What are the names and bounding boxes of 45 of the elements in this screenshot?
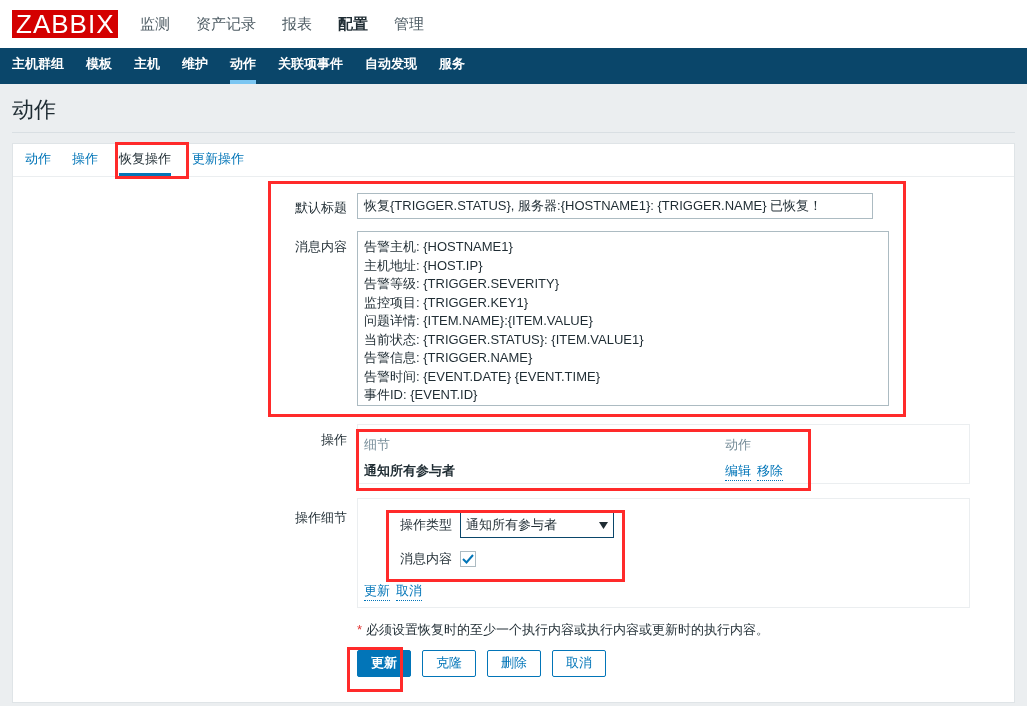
page-title: 动作 [12,96,1015,133]
message-checkbox[interactable] [460,550,476,567]
subject-input[interactable]: 恢复{TRIGGER.STATUS}, 服务器:{HOSTNAME1}: {TRIGGER.NAME} 已恢复！ [357,193,873,219]
submenu-item[interactable]: 主机 [134,48,160,84]
action-link[interactable]: 编辑 [725,460,751,481]
submenu-item[interactable]: 关联项事件 [278,48,343,84]
main-menu-item[interactable]: 管理 [394,12,425,36]
form-button[interactable]: 更新 [357,649,411,677]
submenu-item[interactable]: 服务 [439,48,465,84]
operation-type-select[interactable]: 通知所有参与者 [460,512,614,538]
checkmark-icon [462,553,474,564]
main-menu-item[interactable]: 监测 [140,12,171,36]
form-button[interactable]: 删除 [487,649,541,677]
field-label: 默认标题 [294,199,347,217]
submenu-item[interactable]: 维护 [182,48,208,84]
column-header: 动作 [725,436,751,454]
message-textarea[interactable]: 告警主机: {HOSTNAME1} 主机地址: {HOST.IP} 告警等级: {TRIGGER.SEVERITY} 监控项目: {TRIGGER.KEY1} 问题详情: {ITEM.NAME}:{ITEM.VALUE} 当前状态: {TRIGGER.STATUS}: {ITEM.VALUE1} 告警信息: {TRIGGER.NAME} 告警时间: {EVENT.DATE} {EVENT.TIME} 事件ID: {EVENT.ID} [357,231,889,406]
field-label: 操作细节 [294,509,347,527]
main-menu-item[interactable]: 配置 [338,12,369,36]
tab[interactable]: 更新操作 [192,144,244,176]
form-button[interactable]: 克隆 [422,649,476,677]
field-label: 操作类型 [400,516,452,535]
field-label: 操作 [320,431,347,449]
table-cell-text: 通知所有参与者 [364,461,456,480]
submenu-item[interactable]: 自动发现 [365,48,417,84]
main-menu-item[interactable]: 资产记录 [196,12,257,36]
action-link[interactable]: 取消 [396,580,422,601]
action-link[interactable]: 移除 [757,460,783,481]
action-link[interactable]: 更新 [364,580,390,601]
field-label: 消息内容 [294,238,347,256]
tab[interactable]: 动作 [25,144,51,176]
dropdown-caret-icon [599,521,608,529]
form-button[interactable]: 取消 [552,649,606,677]
logo[interactable]: ZABBIX [12,10,119,38]
main-menu-item[interactable]: 报表 [282,12,313,36]
select-value: 通知所有参与者 [466,516,557,535]
required-note: * 必须设置恢复时的至少一个执行内容或执行内容或更新时的执行内容。 [357,621,770,639]
submenu-item[interactable]: 主机群组 [12,48,64,84]
annotation-frame [347,647,403,692]
submenu-item[interactable]: 动作 [230,48,256,84]
tab[interactable]: 恢复操作 [119,144,171,176]
submenu-item[interactable]: 模板 [86,48,112,84]
column-header: 细节 [364,436,391,454]
tab[interactable]: 操作 [72,144,98,176]
field-label: 消息内容 [400,550,452,568]
